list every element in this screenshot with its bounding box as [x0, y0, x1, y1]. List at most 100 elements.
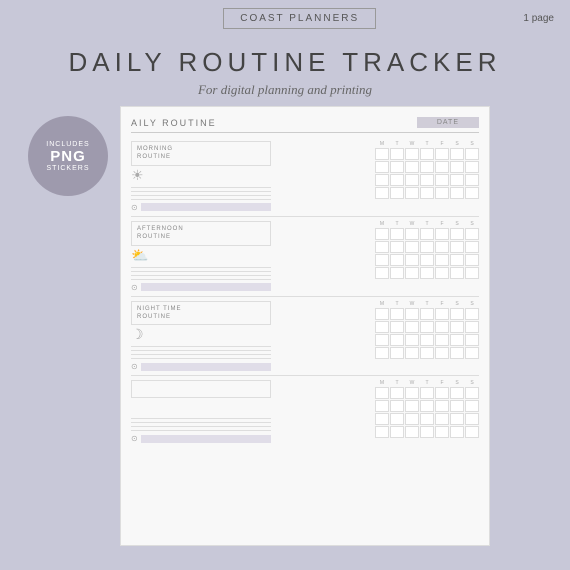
grid-cell: [450, 413, 464, 425]
grid-cell: [465, 400, 479, 412]
grid-cell: [390, 347, 404, 359]
divider-3: [131, 375, 479, 376]
day-w: W: [405, 301, 419, 307]
sticker-badge: INCLUDES PNG STICKERS: [28, 116, 108, 196]
extra-grid-header: M T W T F S S: [275, 380, 479, 386]
morning-lines: [131, 187, 271, 200]
grid-row: [275, 161, 479, 173]
grid-cell: [390, 334, 404, 346]
content-area: INCLUDES PNG STICKERS AILY ROUTINE DATE …: [0, 106, 570, 556]
grid-cell: [420, 161, 434, 173]
grid-cell: [390, 241, 404, 253]
grid-cell: [375, 334, 389, 346]
grid-row: [275, 334, 479, 346]
day-t: T: [390, 141, 404, 147]
line-3: [131, 354, 271, 355]
grid-cell: [390, 400, 404, 412]
grid-cell: [465, 308, 479, 320]
grid-cell: [450, 161, 464, 173]
grid-cell: [450, 267, 464, 279]
grid-cell: [420, 387, 434, 399]
grid-cell: [405, 187, 419, 199]
day-s: S: [450, 301, 464, 307]
night-lines: [131, 346, 271, 359]
morning-grid-header: M T W T F S S: [275, 141, 479, 147]
grid-cell: [450, 187, 464, 199]
day-s2: S: [465, 221, 479, 227]
line-2: [131, 422, 271, 423]
morning-label: MORNINGROUTINE: [137, 145, 265, 162]
grid-cell: [420, 413, 434, 425]
night-grid-rows: [275, 308, 479, 359]
grid-cell: [450, 228, 464, 240]
grid-cell: [420, 426, 434, 438]
grid-cell: [375, 174, 389, 186]
main-title: DAILY ROUTINE TRACKER: [0, 47, 570, 78]
line-1: [131, 267, 271, 268]
grid-cell: [465, 161, 479, 173]
afternoon-grid-header: M T W T F S S: [275, 221, 479, 227]
extra-left: ⊙: [131, 380, 271, 443]
grid-cell: [465, 347, 479, 359]
day-t2: T: [420, 380, 434, 386]
grid-cell: [420, 321, 434, 333]
grid-cell: [390, 148, 404, 160]
grid-cell: [435, 228, 449, 240]
grid-cell: [390, 413, 404, 425]
grid-cell: [405, 241, 419, 253]
grid-cell: [375, 148, 389, 160]
grid-cell: [390, 187, 404, 199]
grid-cell: [375, 308, 389, 320]
sticker-stickers-text: STICKERS: [46, 165, 89, 172]
line-2: [131, 191, 271, 192]
day-s2: S: [465, 301, 479, 307]
day-m: M: [375, 221, 389, 227]
grid-cell: [435, 400, 449, 412]
grid-cell: [450, 321, 464, 333]
day-w: W: [405, 221, 419, 227]
afternoon-label: AFTERNOONROUTINE: [137, 225, 265, 242]
grid-cell: [465, 267, 479, 279]
day-t2: T: [420, 301, 434, 307]
clock-icon-night: ⊙: [131, 362, 138, 371]
grid-cell: [465, 387, 479, 399]
grid-row: [275, 321, 479, 333]
afternoon-left: AFTERNOONROUTINE ⛅ ⊙: [131, 221, 271, 292]
brand-label: COAST PLANNERS: [223, 8, 376, 29]
day-f: F: [435, 301, 449, 307]
grid-cell: [405, 321, 419, 333]
day-s: S: [450, 380, 464, 386]
grid-cell: [420, 347, 434, 359]
grid-cell: [390, 308, 404, 320]
day-m: M: [375, 301, 389, 307]
grid-cell: [420, 400, 434, 412]
clock-icon-morning: ⊙: [131, 203, 138, 212]
grid-row: [275, 148, 479, 160]
page-count: 1 page: [523, 13, 554, 24]
day-t: T: [390, 221, 404, 227]
grid-cell: [375, 387, 389, 399]
grid-cell: [435, 387, 449, 399]
day-s2: S: [465, 380, 479, 386]
grid-cell: [465, 254, 479, 266]
grid-cell: [435, 148, 449, 160]
grid-cell: [420, 241, 434, 253]
day-w: W: [405, 380, 419, 386]
grid-cell: [405, 174, 419, 186]
afternoon-routine-section: AFTERNOONROUTINE ⛅ ⊙: [131, 221, 479, 292]
grid-cell: [435, 241, 449, 253]
grid-cell: [435, 334, 449, 346]
afternoon-time-bar: [141, 283, 271, 291]
line-1: [131, 418, 271, 419]
day-s: S: [450, 221, 464, 227]
grid-row: [275, 426, 479, 438]
grid-cell: [405, 413, 419, 425]
line-4: [131, 430, 271, 431]
night-icon-area: ☽: [131, 327, 271, 344]
grid-cell: [405, 148, 419, 160]
divider-1: [131, 216, 479, 217]
grid-cell: [435, 187, 449, 199]
divider-2: [131, 296, 479, 297]
sun-icon: ☀: [131, 168, 144, 185]
grid-cell: [465, 148, 479, 160]
